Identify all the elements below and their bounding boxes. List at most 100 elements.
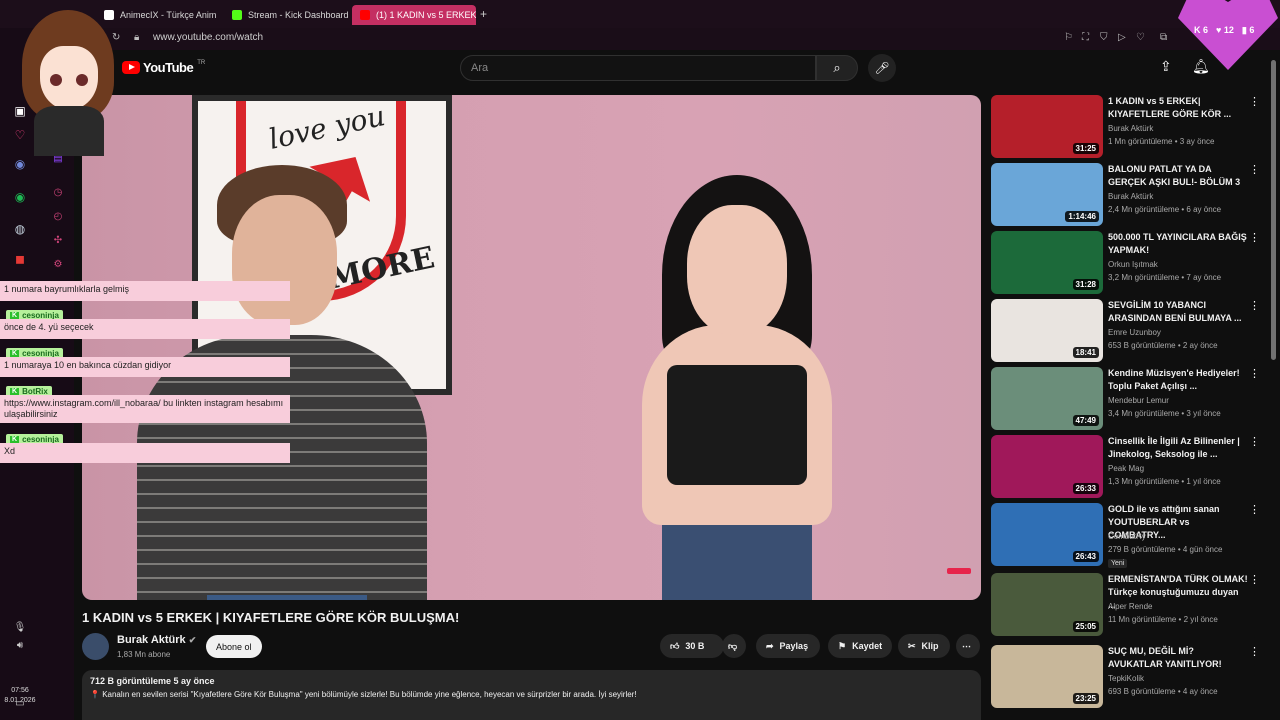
steam-icon[interactable]: ◍	[6, 218, 34, 240]
more-options-icon[interactable]: ⋮	[1249, 573, 1260, 586]
video-thumbnail[interactable]: 31:25	[991, 95, 1103, 158]
settings-icon[interactable]: ⚙	[48, 254, 68, 274]
clip-label: Klip	[921, 641, 939, 651]
recommended-channel[interactable]: TepkiKolik	[1108, 674, 1144, 683]
recommended-title[interactable]: SUÇ MU, DEĞİL Mİ? AVUKATLAR YANITLIYOR!	[1108, 645, 1248, 671]
recommended-channel[interactable]: CombatRy	[1108, 532, 1146, 541]
new-tab-button[interactable]: +	[480, 7, 487, 21]
recommended-video[interactable]: 47:49 Kendine Müzisyen'e Hediyeler! Topl…	[991, 367, 1266, 431]
more-actions-button[interactable]: ⋯	[956, 634, 980, 658]
video-thumbnail[interactable]: 1:14:46	[991, 163, 1103, 226]
subscribe-button[interactable]: Abone ol	[206, 635, 262, 658]
dislike-button[interactable]: 👎︎	[722, 634, 746, 658]
recommended-video[interactable]: 18:41 SEVGİLİM 10 YABANCI ARASINDAN BENİ…	[991, 299, 1266, 363]
more-options-icon[interactable]: ⋮	[1249, 231, 1260, 244]
more-options-icon[interactable]: ⋮	[1249, 367, 1260, 380]
history-icon[interactable]: ◷	[48, 182, 68, 202]
recommended-title[interactable]: Kendine Müzisyen'e Hediyeler! Toplu Pake…	[1108, 367, 1248, 393]
voice-search-button[interactable]: 🎤︎	[868, 54, 896, 82]
tab-kick-dashboard[interactable]: Stream - Kick Dashboard	[224, 5, 348, 25]
kick-badge-icon: K	[10, 388, 20, 395]
video-thumbnail[interactable]: 23:25	[991, 645, 1103, 708]
recommended-video[interactable]: 25:05 ERMENİSTAN'DA TÜRK OLMAK! Türkçe k…	[991, 573, 1266, 637]
face	[687, 205, 787, 335]
scrollbar[interactable]	[1271, 60, 1276, 360]
share-button[interactable]: ➦ Paylaş	[756, 634, 820, 658]
puzzle-icon[interactable]: ✣	[48, 230, 68, 250]
video-thumbnail[interactable]: 18:41	[991, 299, 1103, 362]
recommended-video[interactable]: 31:25 1 KADIN vs 5 ERKEK| KIYAFETLERE GÖ…	[991, 95, 1266, 159]
recommended-title[interactable]: SEVGİLİM 10 YABANCI ARASINDAN BENİ BULMA…	[1108, 299, 1248, 325]
heart-count: 12	[1223, 25, 1234, 35]
channel-avatar[interactable]	[82, 633, 109, 660]
search-input[interactable]: Ara	[460, 55, 816, 81]
more-icon: ⋯	[962, 640, 971, 651]
recommended-video[interactable]: 26:33 Cinsellik İle İlgili Az Bilinenler…	[991, 435, 1266, 499]
recommended-channel[interactable]: Mendebur Lemur	[1108, 396, 1169, 405]
search-button[interactable]: ⌕	[816, 55, 858, 81]
duration-badge: 31:28	[1072, 279, 1099, 290]
discord-icon[interactable]: ◉	[6, 153, 34, 175]
recommended-title[interactable]: 500.000 TL YAYINCILARA BAĞIŞ YAPMAK!	[1108, 231, 1248, 257]
video-watermark	[947, 568, 971, 574]
lock-icon: 🔒︎	[134, 32, 140, 43]
video-thumbnail[interactable]: 26:43	[991, 503, 1103, 566]
share-icon: ➦	[766, 640, 774, 651]
video-description[interactable]: 712 B görüntüleme 5 ay önce 📍 Kanalın en…	[82, 670, 981, 720]
more-options-icon[interactable]: ⋮	[1249, 435, 1260, 448]
youtube-logo[interactable]: YouTube TR	[122, 60, 205, 75]
recommended-channel[interactable]: Orkun Işıtmak	[1108, 260, 1158, 269]
duration-badge: 23:25	[1072, 693, 1099, 704]
extension-icon[interactable]: ⧉	[1160, 32, 1167, 43]
video-thumbnail[interactable]: 26:33	[991, 435, 1103, 498]
kick-count: 6	[1203, 25, 1209, 35]
bookmark-icon[interactable]: ⚐	[1064, 32, 1073, 43]
spotify-icon[interactable]: ◉	[6, 186, 34, 208]
shield-icon[interactable]: ⛉	[1100, 32, 1108, 43]
recommended-video[interactable]: 31:28 500.000 TL YAYINCILARA BAĞIŞ YAPMA…	[991, 231, 1266, 295]
recommended-channel[interactable]: Peak Mag	[1108, 464, 1144, 473]
recommended-channel[interactable]: Burak Aktürk	[1108, 124, 1153, 133]
recommended-stats: 3,2 Mn görüntüleme • 7 ay önce	[1108, 273, 1222, 282]
more-options-icon[interactable]: ⋮	[1249, 645, 1260, 658]
clock-icon[interactable]: ◴	[48, 206, 68, 226]
save-button[interactable]: ⚑ Kaydet	[828, 634, 892, 658]
heart-icon[interactable]: ♡	[1136, 32, 1145, 43]
play-icon[interactable]: ▷	[1118, 32, 1126, 43]
verified-icon: ✔	[188, 635, 197, 645]
system-clock: 07:56 8.01.2026	[2, 686, 38, 706]
recommended-title[interactable]: BALONU PATLAT YA DA GERÇEK AŞKI BUL!- BÖ…	[1108, 163, 1248, 189]
channel-name[interactable]: Burak Aktürk ✔	[117, 634, 196, 646]
logo-text: YouTube	[143, 60, 194, 75]
recommended-video[interactable]: 1:14:46 BALONU PATLAT YA DA GERÇEK AŞKI …	[991, 163, 1266, 227]
video-thumbnail[interactable]: 31:28	[991, 231, 1103, 294]
recommended-video[interactable]: 23:25 SUÇ MU, DEĞİL Mİ? AVUKATLAR YANITL…	[991, 645, 1266, 709]
recommended-channel[interactable]: Emre Uzunboy	[1108, 328, 1161, 337]
more-options-icon[interactable]: ⋮	[1249, 299, 1260, 312]
screenshot-icon[interactable]: ⛶	[1082, 32, 1089, 43]
video-thumbnail[interactable]: 47:49	[991, 367, 1103, 430]
more-options-icon[interactable]: ⋮	[1249, 503, 1260, 516]
more-options-icon[interactable]: ⋮	[1249, 95, 1260, 108]
app-icon[interactable]: ◼	[6, 248, 34, 270]
url-text[interactable]: www.youtube.com/watch	[153, 32, 263, 43]
tab-youtube-video[interactable]: (1) 1 KADIN vs 5 ERKEK | KIYAFETLERE	[352, 5, 476, 25]
upload-icon[interactable]: ⇪	[1160, 58, 1172, 75]
bell-icon[interactable]: 🔔︎	[1192, 58, 1210, 75]
recommended-title[interactable]: Cinsellik İle İlgili Az Bilinenler | Jin…	[1108, 435, 1248, 461]
thumbs-down-icon: 👎︎	[728, 640, 738, 651]
duration-badge: 47:49	[1072, 415, 1099, 426]
video-thumbnail[interactable]: 25:05	[991, 573, 1103, 636]
search-icon: ⌕	[833, 60, 841, 75]
clip-button[interactable]: ✂ Klip	[898, 634, 950, 658]
chat-message: 1 numara bayrumlıklarla gelmiş	[0, 272, 290, 310]
recommended-channel[interactable]: Alper Rende	[1108, 602, 1152, 611]
microphone-icon: 🎤︎	[874, 61, 890, 75]
recommended-channel[interactable]: Burak Aktürk	[1108, 192, 1153, 201]
recommended-video[interactable]: 26:43 GOLD ile vs attığını sanan YOUTUBE…	[991, 503, 1266, 568]
recommended-stats: 279 B görüntüleme • 4 gün önce	[1108, 545, 1223, 554]
like-button[interactable]: 👍︎ 30 B	[660, 634, 724, 658]
recommended-title[interactable]: 1 KADIN vs 5 ERKEK| KIYAFETLERE GÖRE KÖR…	[1108, 95, 1248, 121]
speaker-icon[interactable]: 🔊︎	[6, 634, 34, 656]
more-options-icon[interactable]: ⋮	[1249, 163, 1260, 176]
